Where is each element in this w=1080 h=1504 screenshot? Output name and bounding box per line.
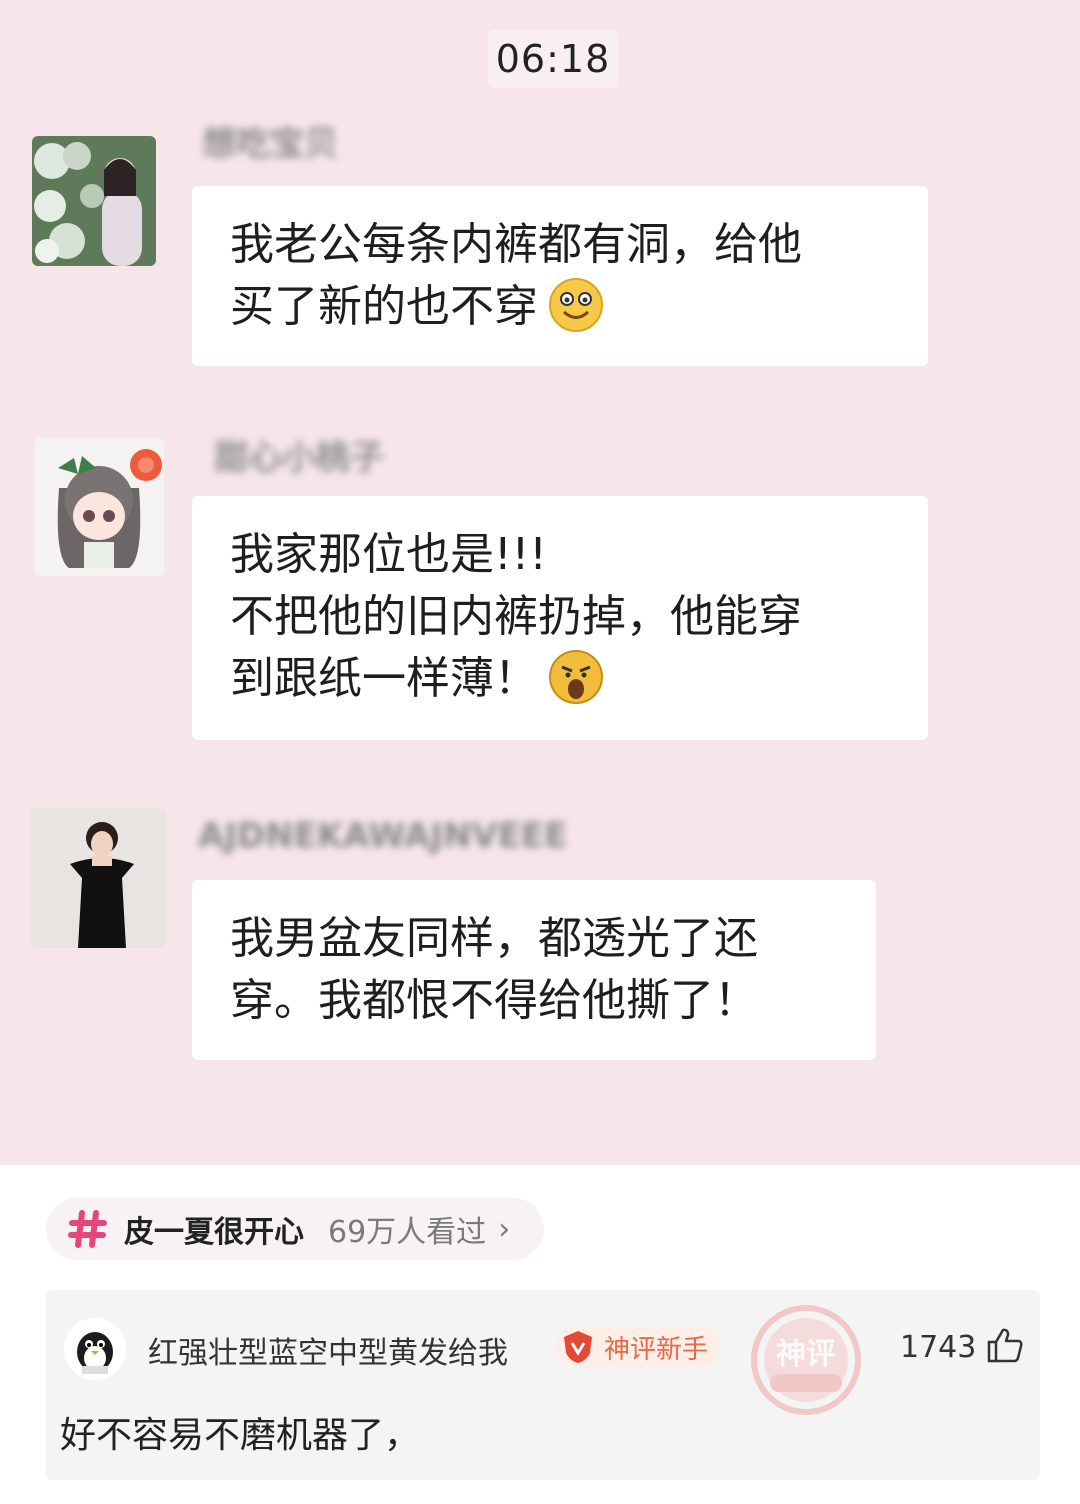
message-line: 我家那位也是!!! [230,529,547,580]
badge-label: 神评新手 [604,1334,709,1365]
smile-emoji-icon [549,278,603,332]
comment-card: 红强壮型蓝空中型黄发给我 神评新手 神评 1743 好不容易不磨机器了， [46,1290,1040,1480]
message-bubble: 我家那位也是!!! 不把他的旧内裤扔掉，他能穿 到跟纸一样薄！ [192,496,928,740]
comment-text: 好不容易不磨机器了， [60,1415,421,1456]
status-badge: 神评新手 [556,1326,723,1368]
chevron-right-icon: › [498,1211,511,1247]
message-bubble: 我老公每条内裤都有洞，给他 买了新的也不穿 [192,186,928,366]
message-line: 我男盆友同样，都透光了还 [230,913,758,964]
commenter-name[interactable]: 红强壮型蓝空中型黄发给我 [148,1328,508,1372]
message-line-text: 到跟纸一样薄！ [230,653,538,704]
thumbs-up-icon[interactable] [986,1326,1024,1364]
hashtag-icon [68,1210,107,1248]
avatar [34,438,164,576]
chat-screenshot: 06:18 想吃宝贝 我老公每条内裤都有洞，给他 买了新的也不穿 甜心小桃子 我… [0,0,1080,1165]
topic-chip[interactable]: 皮一夏很开心 69万人看过 › [46,1198,545,1260]
message-line: 买了新的也不穿 [230,276,890,338]
message-line: 穿。我都恨不得给他撕了！ [230,975,758,1026]
chat-timestamp: 06:18 [488,30,618,88]
message-line-text: 买了新的也不穿 [230,281,538,332]
commenter-avatar[interactable] [64,1318,126,1380]
message-line: 不把他的旧内裤扔掉，他能穿 [230,591,802,642]
sender-name: 想吃宝贝 [202,124,338,164]
message-line: 我老公每条内裤都有洞，给他 [230,219,802,270]
shield-icon [564,1331,592,1363]
avatar [30,808,166,948]
topic-title: 皮一夏很开心 [124,1215,304,1250]
sender-name: AJDNEKAWAJNVEEE [198,816,568,856]
topic-views: 69万人看过 [328,1215,487,1250]
message-bubble: 我男盆友同样，都透光了还 穿。我都恨不得给他撕了！ [192,880,876,1060]
sender-name: 甜心小桃子 [214,438,384,478]
stamp-text: 神评 [776,1337,836,1372]
message-line: 到跟纸一样薄！ [230,648,890,710]
like-count: 1743 [900,1330,977,1365]
avatar [32,136,156,266]
stamp-icon: 神评 [751,1305,861,1415]
shocked-emoji-icon [549,650,603,704]
